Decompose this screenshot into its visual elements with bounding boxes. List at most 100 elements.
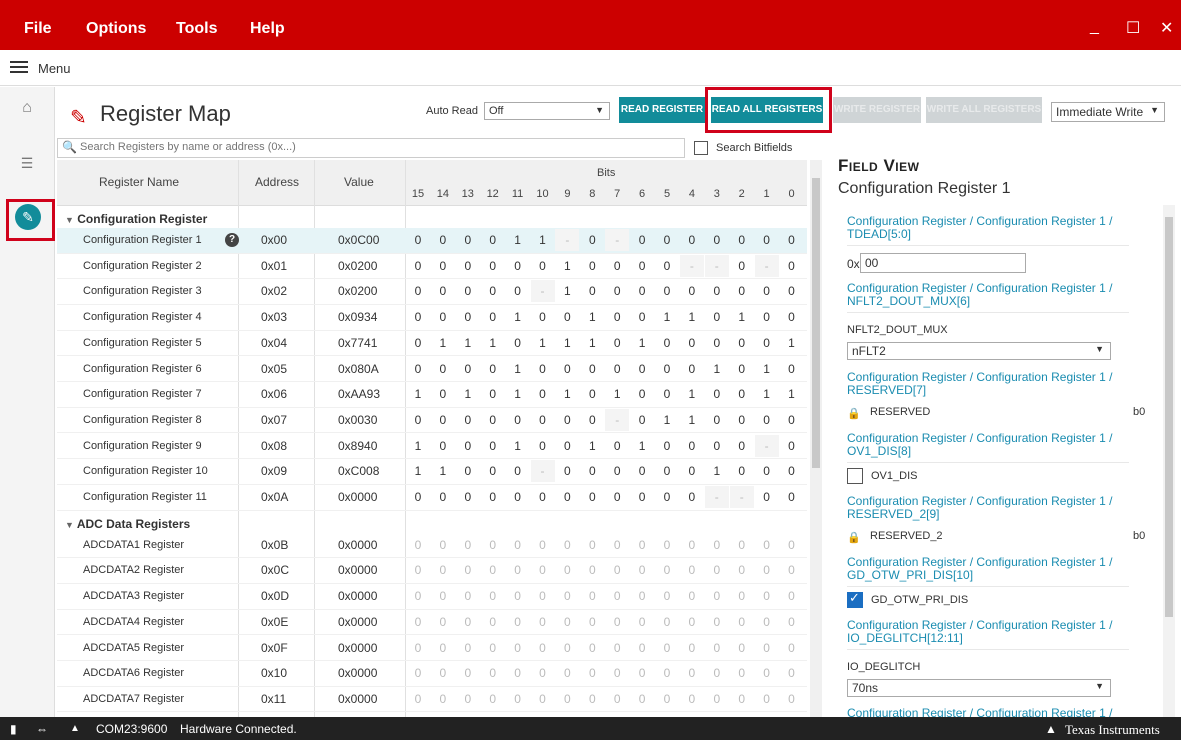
- register-value[interactable]: 0x0000: [338, 641, 377, 655]
- register-row[interactable]: Configuration Register 5 0x04 0x7741 0 1 1 1 0 1…: [57, 331, 807, 357]
- ov1-dis-checkbox[interactable]: [847, 468, 863, 484]
- register-row[interactable]: Configuration Register 11 0x0A 0x0000 0 0 0 0 0…: [57, 485, 807, 511]
- search-input[interactable]: [80, 141, 670, 153]
- bit-cell[interactable]: 0: [730, 259, 754, 273]
- bit-cell[interactable]: 0: [680, 362, 704, 376]
- bit-cell[interactable]: 0: [481, 284, 505, 298]
- bit-cell[interactable]: 0: [580, 284, 604, 298]
- bit-cell[interactable]: -: [679, 254, 704, 277]
- register-row[interactable]: Configuration Register 3 0x02 0x0200 0 0 0 0 0-…: [57, 279, 807, 305]
- bit-cell[interactable]: 0: [406, 413, 430, 427]
- bit-cell[interactable]: 1: [680, 310, 704, 324]
- bit-cell[interactable]: 1: [680, 387, 704, 401]
- bit-cell[interactable]: 0: [630, 490, 654, 504]
- gd-otw-pri-dis-checkbox[interactable]: [847, 590, 863, 608]
- bit-cell[interactable]: 1: [506, 310, 530, 324]
- bit-cell[interactable]: 0: [481, 413, 505, 427]
- nflt2-select[interactable]: nFLT2 ▼: [847, 342, 1111, 360]
- bit-cell[interactable]: 0: [431, 362, 455, 376]
- bit-cell[interactable]: 0: [456, 439, 480, 453]
- bit-cell[interactable]: 0: [406, 336, 430, 350]
- bit-cell[interactable]: 1: [555, 336, 579, 350]
- bit-cell[interactable]: 0: [705, 336, 729, 350]
- notebook-icon[interactable]: ▮: [10, 722, 17, 736]
- register-value[interactable]: 0x8940: [338, 439, 377, 453]
- bit-cell[interactable]: 0: [780, 233, 804, 247]
- bit-cell[interactable]: 1: [655, 413, 679, 427]
- bit-cell[interactable]: 0: [605, 464, 629, 478]
- register-value[interactable]: 0x0000: [338, 589, 377, 603]
- register-row[interactable]: ADCDATA2 Register 0x0C 0x0000 0 0 0 0 0 0 0 0 0 0 0 0 0…: [57, 558, 807, 584]
- bit-cell[interactable]: 1: [580, 310, 604, 324]
- register-row[interactable]: ADCDATA3 Register 0x0D 0x0000 0 0 0 0 0 0 0 0 0 0 0 0 0…: [57, 584, 807, 610]
- home-icon[interactable]: ⌂: [16, 99, 38, 121]
- settings-sliders-icon[interactable]: ☰: [16, 155, 38, 177]
- bit-cell[interactable]: 0: [755, 284, 779, 298]
- bit-cell[interactable]: 0: [705, 413, 729, 427]
- bit-cell[interactable]: 0: [630, 362, 654, 376]
- bit-cell[interactable]: 0: [780, 464, 804, 478]
- chevron-up-icon[interactable]: ▲: [70, 723, 80, 734]
- bit-cell[interactable]: 0: [630, 284, 654, 298]
- bit-cell[interactable]: 0: [555, 413, 579, 427]
- register-value[interactable]: 0x0C00: [338, 233, 379, 247]
- bit-cell[interactable]: 0: [481, 233, 505, 247]
- bit-cell[interactable]: -: [704, 486, 729, 508]
- register-value[interactable]: 0x0200: [338, 259, 377, 273]
- bit-cell[interactable]: 0: [705, 233, 729, 247]
- bit-cell[interactable]: 0: [531, 413, 555, 427]
- bit-cell[interactable]: 0: [655, 439, 679, 453]
- register-value[interactable]: 0x080A: [338, 362, 379, 376]
- register-value[interactable]: 0x0000: [338, 615, 377, 629]
- bit-cell[interactable]: 1: [456, 387, 480, 401]
- bit-cell[interactable]: 1: [431, 464, 455, 478]
- ov1-link[interactable]: Configuration Register / Configuration R…: [847, 432, 1137, 458]
- bit-cell[interactable]: 0: [780, 439, 804, 453]
- bit-cell[interactable]: 0: [506, 336, 530, 350]
- bit-cell[interactable]: 0: [580, 387, 604, 401]
- bit-cell[interactable]: 0: [605, 284, 629, 298]
- bit-cell[interactable]: 0: [506, 413, 530, 427]
- bit-cell[interactable]: 0: [730, 362, 754, 376]
- register-value[interactable]: 0x0200: [338, 284, 377, 298]
- register-row[interactable]: Configuration Register 9 0x08 0x8940 1 0 0 0 1 0…: [57, 434, 807, 460]
- register-value[interactable]: 0x0000: [338, 490, 377, 504]
- bit-cell[interactable]: 0: [555, 464, 579, 478]
- bit-cell[interactable]: 1: [506, 387, 530, 401]
- bit-cell[interactable]: 0: [580, 413, 604, 427]
- bit-cell[interactable]: 1: [506, 233, 530, 247]
- register-row[interactable]: Configuration Register 4 0x03 0x0934 0 0 0 0 1 0…: [57, 305, 807, 331]
- bit-cell[interactable]: -: [605, 229, 630, 251]
- bit-cell[interactable]: 0: [456, 362, 480, 376]
- bit-cell[interactable]: -: [754, 254, 779, 277]
- bit-cell[interactable]: 1: [431, 336, 455, 350]
- bit-cell[interactable]: 1: [705, 362, 729, 376]
- bit-cell[interactable]: 0: [605, 336, 629, 350]
- bit-cell[interactable]: 0: [531, 490, 555, 504]
- reserved2-link[interactable]: Configuration Register / Configuration R…: [847, 495, 1137, 521]
- bit-cell[interactable]: 0: [630, 310, 654, 324]
- bit-cell[interactable]: 0: [655, 490, 679, 504]
- register-value[interactable]: 0x0000: [338, 692, 377, 706]
- bit-cell[interactable]: 0: [680, 490, 704, 504]
- bit-cell[interactable]: 0: [605, 259, 629, 273]
- bit-cell[interactable]: 1: [680, 413, 704, 427]
- bit-cell[interactable]: -: [729, 486, 754, 508]
- bit-cell[interactable]: 0: [630, 233, 654, 247]
- bit-cell[interactable]: 0: [655, 362, 679, 376]
- bit-cell[interactable]: 0: [780, 259, 804, 273]
- bit-cell[interactable]: 0: [431, 413, 455, 427]
- bit-cell[interactable]: 0: [755, 490, 779, 504]
- bit-cell[interactable]: 0: [705, 387, 729, 401]
- bit-cell[interactable]: 1: [655, 310, 679, 324]
- bit-cell[interactable]: 0: [481, 259, 505, 273]
- bit-cell[interactable]: 0: [456, 259, 480, 273]
- bit-cell[interactable]: 0: [580, 233, 604, 247]
- register-row[interactable]: Configuration Register 1? 0x00 0x0C00 0 0 0 0 1…: [57, 228, 807, 254]
- bit-cell[interactable]: 0: [680, 464, 704, 478]
- register-row[interactable]: Configuration Register 7 0x06 0xAA93 1 0 1 0 1 0…: [57, 382, 807, 408]
- bit-cell[interactable]: 0: [655, 233, 679, 247]
- bit-cell[interactable]: 0: [431, 490, 455, 504]
- register-value[interactable]: 0x0000: [338, 666, 377, 680]
- bit-cell[interactable]: 0: [780, 413, 804, 427]
